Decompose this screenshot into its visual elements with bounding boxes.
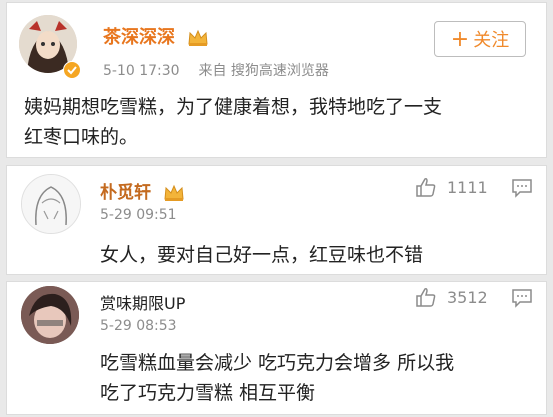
plus-icon: +: [450, 26, 470, 52]
comment-icon[interactable]: [511, 287, 533, 309]
comment-meta: 5-10 17:30 来自 搜狗高速浏览器: [103, 60, 329, 80]
comment-line-2: 红枣口味的。: [24, 126, 139, 148]
thumbs-up-icon: [416, 178, 436, 197]
user-name-text[interactable]: 赏味期限UP: [100, 294, 185, 313]
comment-line-1: 女人，要对自己好一点，红豆味也不错: [100, 244, 424, 266]
comment-text: 姨妈期想吃雪糕，为了健康着想，我特地吃了一支 红枣口味的。: [24, 92, 442, 152]
comment-time: 5-10 17:30: [103, 63, 180, 79]
like-button[interactable]: 3512: [415, 286, 488, 308]
comment-text: 吃雪糕血量会减少 吃巧克力会增多 所以我 吃了巧克力雪糕 相互平衡: [100, 348, 454, 408]
like-count: 1111: [447, 177, 488, 197]
user-name-text[interactable]: 茶深深深: [103, 27, 175, 48]
avatar[interactable]: [21, 174, 81, 234]
comment-time: 5-29 09:51: [100, 207, 177, 223]
avatar-photo-icon: [21, 286, 79, 344]
user-name[interactable]: 朴觅轩: [100, 178, 185, 203]
user-name[interactable]: 茶深深深: [103, 23, 209, 49]
comment-card-2: 朴觅轩 5-29 09:51 1111 女人，要对自己好一点，红豆味也不错: [6, 165, 547, 275]
comment-line-1: 吃雪糕血量会减少 吃巧克力会增多 所以我: [100, 352, 455, 374]
vip-crown-icon: [164, 184, 184, 201]
like-count: 3512: [447, 287, 488, 307]
avatar-sketch-icon: [22, 175, 80, 233]
comment-line-2: 吃了巧克力雪糕 相互平衡: [100, 382, 316, 404]
verified-badge-icon: [63, 61, 81, 79]
follow-label: 关注: [473, 30, 510, 51]
comment-time: 5-29 08:53: [100, 318, 177, 334]
comment-source: 来自 搜狗高速浏览器: [198, 63, 329, 79]
like-button[interactable]: 1111: [415, 176, 488, 198]
comment-card-1: 茶深深深 5-10 17:30 来自 搜狗高速浏览器 + 关注 姨妈期想吃雪糕，…: [6, 2, 547, 158]
vip-crown-icon: [188, 29, 208, 46]
comment-card-3: 赏味期限UP 5-29 08:53 3512 吃雪糕血量会减少 吃巧克力会增多 …: [6, 281, 547, 415]
comment-text: 女人，要对自己好一点，红豆味也不错: [100, 240, 423, 270]
user-name[interactable]: 赏味期限UP: [100, 290, 185, 314]
follow-button[interactable]: + 关注: [434, 21, 526, 57]
comment-icon[interactable]: [511, 177, 533, 199]
avatar[interactable]: [21, 286, 79, 344]
user-name-text[interactable]: 朴觅轩: [100, 183, 151, 203]
thumbs-up-icon: [416, 288, 436, 307]
comment-line-1: 姨妈期想吃雪糕，为了健康着想，我特地吃了一支: [24, 96, 443, 118]
